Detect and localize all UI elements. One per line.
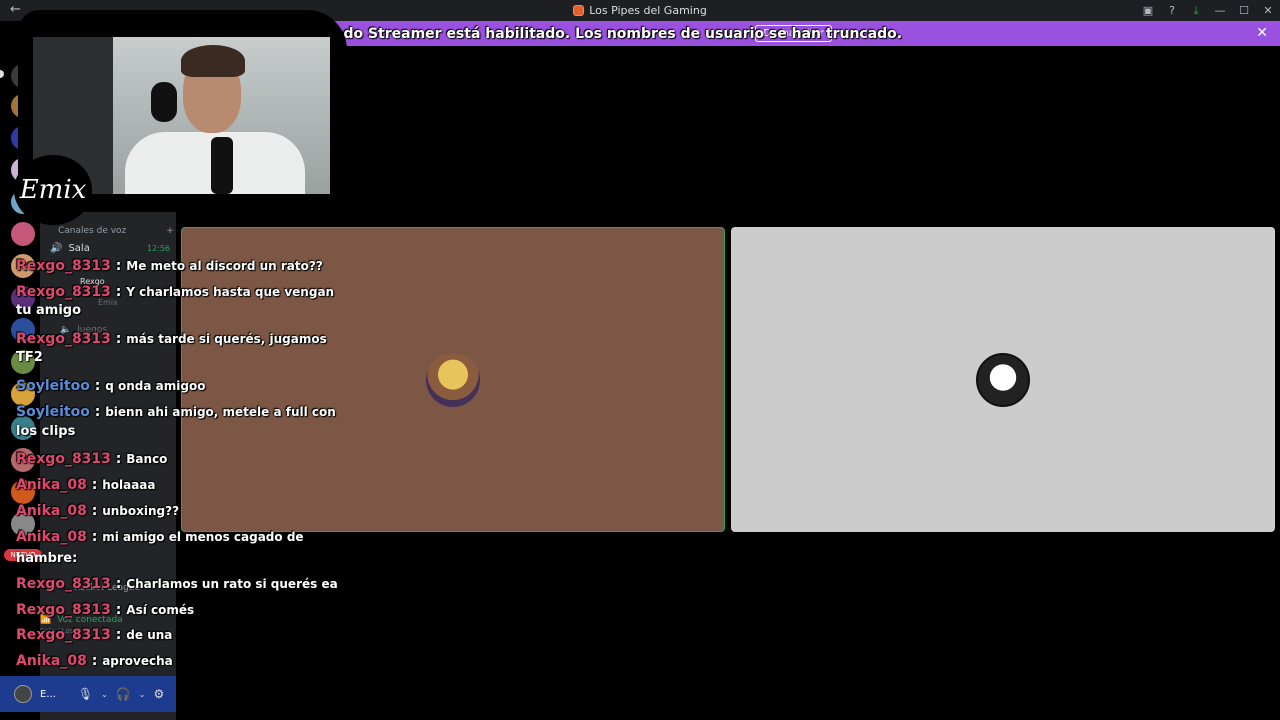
chat-username: Soyleitoo <box>16 378 90 394</box>
chat-username: Rexgo_8313 <box>16 284 111 300</box>
chat-separator: : <box>89 378 106 394</box>
chat-message: Anika_08 : holaaaa <box>16 476 156 494</box>
chat-username: Soyleitoo <box>16 404 90 420</box>
chat-separator: : <box>110 602 127 618</box>
chat-message: Rexgo_8313 : Y charlamos hasta que venga… <box>16 283 334 301</box>
participant-avatar <box>976 352 1030 407</box>
server-title: Los Pipes del Gaming <box>589 4 707 17</box>
streamer-mode-banner: El modo Streamer está habilitado. Los no… <box>300 21 1280 46</box>
chat-separator: : <box>86 653 103 669</box>
chat-text: de una <box>126 628 173 642</box>
chat-username: Anika_08 <box>16 529 87 545</box>
chat-username: Rexgo_8313 <box>16 331 111 347</box>
help-icon[interactable]: ? <box>1160 0 1184 21</box>
banner-close-icon[interactable]: ✕ <box>1256 25 1268 41</box>
chat-text-continuation: hambre: <box>16 551 78 566</box>
chat-message: Anika_08 : mi amigo el menos cagado de <box>16 528 304 546</box>
chat-separator: : <box>110 576 127 592</box>
chat-separator: : <box>86 503 103 519</box>
chat-message: Soyleitoo : q onda amigoo <box>16 377 205 395</box>
chat-message: Rexgo_8313 : Así comés <box>16 601 194 619</box>
chat-username: Rexgo_8313 <box>16 602 111 618</box>
chat-text: Y charlamos hasta que vengan <box>126 285 335 299</box>
chat-separator: : <box>89 404 106 420</box>
chat-username: Anika_08 <box>16 477 87 493</box>
chat-separator: : <box>110 451 127 467</box>
chat-separator: : <box>86 529 103 545</box>
chat-text: aprovecha <box>102 654 173 668</box>
screen-share-icon[interactable]: ▣ <box>1136 0 1160 21</box>
chat-text: Charlamos un rato si querés ea <box>126 577 338 591</box>
streamer-mode-message: El modo Streamer está habilitado. Los no… <box>300 25 903 42</box>
close-icon[interactable]: ✕ <box>1256 0 1280 21</box>
chat-text-continuation: los clips <box>16 424 76 439</box>
server-icon <box>573 5 585 16</box>
chat-text: Me meto al discord un rato?? <box>126 259 323 273</box>
chat-separator: : <box>110 284 127 300</box>
chat-message: Rexgo_8313 : de una <box>16 626 172 644</box>
chat-text: holaaaa <box>102 478 156 492</box>
chat-text: Así comés <box>126 603 195 617</box>
chat-username: Rexgo_8313 <box>16 451 111 467</box>
chat-username: Anika_08 <box>16 653 87 669</box>
chat-text: q onda amigoo <box>105 379 206 393</box>
chat-text: más tarde si querés, jugamos <box>126 332 327 346</box>
title-center: Los Pipes del Gaming <box>573 4 707 17</box>
minimize-icon[interactable]: — <box>1208 0 1232 21</box>
title-bar-actions: ▣ ? ⤓ — ☐ ✕ <box>1136 0 1280 21</box>
chat-message: Rexgo_8313 : Charlamos un rato si querés… <box>16 575 338 593</box>
chat-message: Rexgo_8313 : Me meto al discord un rato?… <box>16 257 323 275</box>
chat-username: Anika_08 <box>16 503 87 519</box>
discord-window: ← Los Pipes del Gaming ▣ ? ⤓ — ☐ ✕ El mo… <box>0 0 1280 720</box>
chat-username: Rexgo_8313 <box>16 576 111 592</box>
stream-chat-overlay: Rexgo_8313 : Me meto al discord un rato?… <box>16 0 338 720</box>
chat-text: unboxing?? <box>102 504 180 518</box>
chat-separator: : <box>110 627 127 643</box>
chat-text-continuation: tu amigo <box>16 303 82 318</box>
voice-tile[interactable] <box>731 227 1275 532</box>
chat-message: Rexgo_8313 : más tarde si querés, jugamo… <box>16 330 327 348</box>
chat-text: bienn ahi amigo, metele a full con <box>105 405 336 419</box>
chat-message: Soyleitoo : bienn ahi amigo, metele a fu… <box>16 403 336 421</box>
chat-text: mi amigo el menos cagado de <box>102 530 304 544</box>
chat-separator: : <box>110 258 127 274</box>
participant-avatar <box>426 352 480 407</box>
chat-separator: : <box>110 331 127 347</box>
chat-message: Anika_08 : aprovecha <box>16 652 173 670</box>
chat-message: Rexgo_8313 : Banco <box>16 450 167 468</box>
download-icon[interactable]: ⤓ <box>1184 0 1208 21</box>
chat-username: Rexgo_8313 <box>16 258 111 274</box>
chat-separator: : <box>86 477 103 493</box>
maximize-icon[interactable]: ☐ <box>1232 0 1256 21</box>
unread-pill <box>0 70 4 78</box>
chat-message: Anika_08 : unboxing?? <box>16 502 179 520</box>
chat-text: Banco <box>126 452 168 466</box>
chat-text-continuation: TF2 <box>16 350 43 365</box>
chat-username: Rexgo_8313 <box>16 627 111 643</box>
